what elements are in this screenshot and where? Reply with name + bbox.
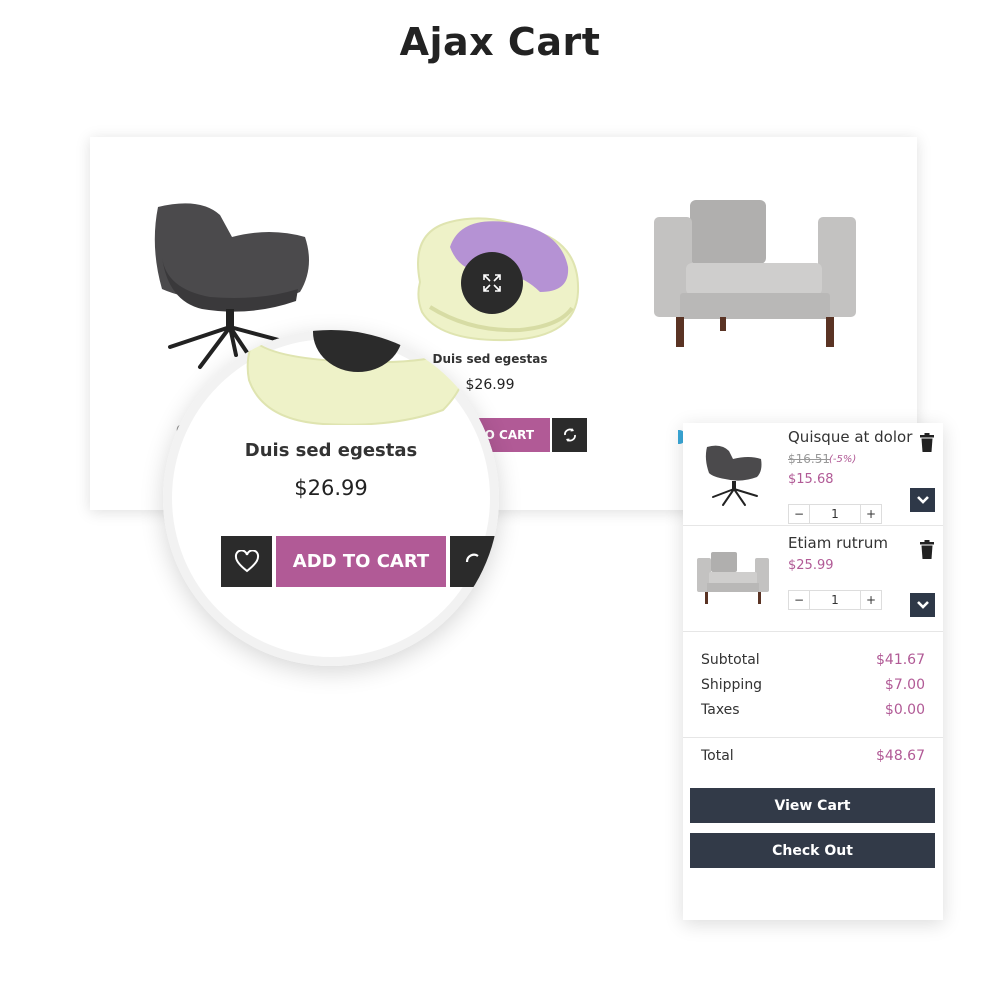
cart-item-expand-button[interactable] [910,488,935,512]
compare-icon [465,553,479,562]
quantity-input[interactable]: 1 [810,591,860,609]
magnified-product-name[interactable]: Duis sed egestas [163,440,499,461]
chevron-down-icon [916,496,929,504]
cart-item: Quisque at dolor $16.51 (-5%) $15.68 − 1… [683,423,943,525]
divider [683,737,943,738]
cart-item-discount: (-5%) [829,454,857,465]
cart-item-image[interactable] [701,441,767,507]
subtotal-value: $41.67 [876,652,925,668]
total-label: Total [701,748,734,764]
magnifier-callout: Duis sed egestas $26.99 ADD TO CART [163,330,499,666]
wishlist-button[interactable] [221,536,272,587]
taxes-label: Taxes [701,702,740,718]
total-value: $48.67 [876,748,925,764]
view-cart-button[interactable]: View Cart [690,788,935,823]
taxes-value: $0.00 [884,702,925,718]
quick-view-button[interactable] [461,252,523,314]
ajax-cart-panel: Quisque at dolor $16.51 (-5%) $15.68 − 1… [683,423,943,920]
expand-icon [483,274,501,292]
cart-item-expand-button[interactable] [910,593,935,617]
cart-item-price: $15.68 [788,472,834,487]
subtotal-label: Subtotal [701,652,760,668]
quantity-decrease-button[interactable]: − [789,505,810,523]
quantity-increase-button[interactable]: + [860,505,881,523]
total-row: Total $48.67 [701,748,925,764]
shipping-value: $7.00 [884,677,925,693]
shipping-label: Shipping [701,677,763,693]
cart-item-name[interactable]: Etiam rutrum [788,534,888,552]
trash-icon[interactable] [919,540,935,559]
heart-icon [234,549,259,572]
compare-button-small[interactable] [552,418,587,452]
cart-item-old-price: $16.51 [788,452,830,466]
quantity-input[interactable]: 1 [810,505,860,523]
quantity-stepper: − 1 + [788,590,882,610]
quantity-increase-button[interactable]: + [860,591,881,609]
cart-item: Etiam rutrum $25.99 − 1 + [683,526,943,631]
shipping-row: Shipping $7.00 [701,677,925,693]
magnified-product-price: $26.99 [294,476,368,500]
cart-item-price: $25.99 [788,558,834,573]
trash-icon[interactable] [919,433,935,452]
add-to-cart-button[interactable]: ADD TO CART [276,536,446,587]
cart-item-image[interactable] [695,546,771,608]
taxes-row: Taxes $0.00 [701,702,925,718]
quantity-stepper: − 1 + [788,504,882,524]
compare-button[interactable] [450,536,499,587]
product-image-pebble-chair-zoomed [246,330,468,425]
compare-icon [563,428,576,442]
quantity-decrease-button[interactable]: − [789,591,810,609]
subtotal-row: Subtotal $41.67 [701,652,925,668]
check-out-button[interactable]: Check Out [690,833,935,868]
divider [683,631,943,632]
page-title: Ajax Cart [399,20,601,64]
chevron-down-icon [916,601,929,609]
product-image-armchair[interactable] [650,195,860,355]
cart-item-name[interactable]: Quisque at dolor [788,428,912,446]
